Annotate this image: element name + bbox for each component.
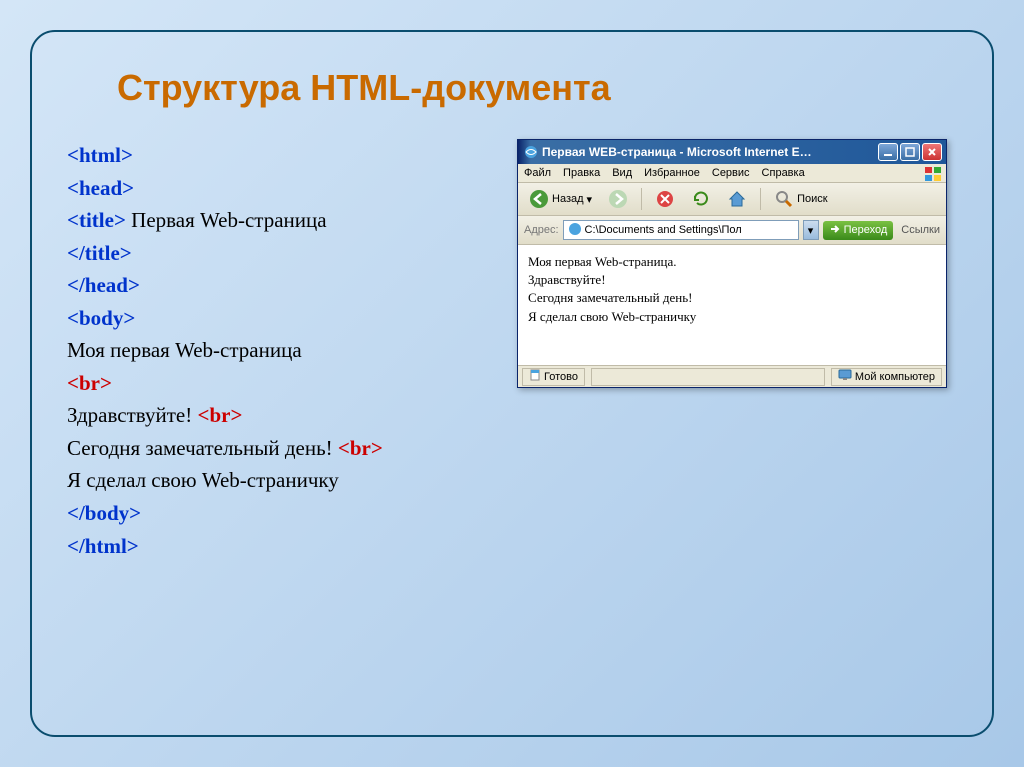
back-icon [529, 189, 549, 209]
stop-icon [655, 189, 675, 209]
close-button[interactable] [922, 143, 942, 161]
ie-addressbar: Адрес: C:\Documents and Settings\Пол ▾ П… [518, 216, 946, 245]
status-ready-text: Готово [544, 371, 578, 383]
menu-tools[interactable]: Сервис [712, 167, 750, 179]
document-icon [529, 369, 541, 384]
tag-html-close: </html> [67, 534, 139, 558]
menu-help[interactable]: Справка [762, 167, 805, 179]
arrow-right-icon [829, 223, 841, 238]
status-zone: Мой компьютер [831, 368, 942, 386]
toolbar-separator [641, 188, 642, 210]
tag-body-close: </body> [67, 501, 141, 525]
minimize-button[interactable] [878, 143, 898, 161]
address-label: Адрес: [524, 224, 559, 236]
ie-menubar: Файл Правка Вид Избранное Сервис Справка [518, 164, 946, 183]
tag-br1: <br> [67, 371, 112, 395]
search-label: Поиск [797, 193, 827, 205]
status-spacer [591, 368, 825, 386]
body-line4: Я сделал свою Web-страничку [67, 468, 339, 492]
home-button[interactable] [722, 187, 752, 211]
tag-title-open: <title> [67, 208, 126, 232]
computer-icon [838, 369, 852, 384]
page-line4: Я сделал свою Web-страничку [528, 308, 936, 326]
back-label: Назад [552, 193, 584, 205]
maximize-button[interactable] [900, 143, 920, 161]
address-input[interactable]: C:\Documents and Settings\Пол [563, 220, 799, 240]
menu-file[interactable]: Файл [524, 167, 551, 179]
ie-page-content: Моя первая Web-страница. Здравствуйте! С… [518, 245, 946, 365]
ie-window: Первая WEB-страница - Microsoft Internet… [517, 139, 947, 388]
window-buttons [878, 143, 942, 161]
tag-title-close: </title> [67, 241, 132, 265]
go-button[interactable]: Переход [823, 221, 894, 240]
back-button[interactable]: Назад ▾ [524, 187, 597, 211]
menu-edit[interactable]: Правка [563, 167, 600, 179]
slide-title: Структура HTML-документа [117, 67, 957, 109]
refresh-button[interactable] [686, 187, 716, 211]
address-dropdown[interactable]: ▾ [803, 220, 819, 240]
body-line1: Моя первая Web-страница [67, 338, 302, 362]
tag-html-open: <html> [67, 143, 133, 167]
body-line2: Здравствуйте! [67, 403, 197, 427]
stop-button[interactable] [650, 187, 680, 211]
home-icon [727, 189, 747, 209]
page-line2: Здравствуйте! [528, 271, 936, 289]
links-label[interactable]: Ссылки [901, 224, 940, 236]
page-icon [568, 222, 582, 239]
tag-body-open: <body> [67, 306, 135, 330]
tag-br2: <br> [197, 403, 242, 427]
go-label: Переход [844, 224, 888, 236]
page-line1: Моя первая Web-страница. [528, 253, 936, 271]
slide-frame: Структура HTML-документа <html> <head> <… [30, 30, 994, 737]
status-zone-text: Мой компьютер [855, 371, 935, 383]
menu-favorites[interactable]: Избранное [644, 167, 700, 179]
search-icon [774, 189, 794, 209]
ie-statusbar: Готово Мой компьютер [518, 365, 946, 387]
ie-toolbar: Назад ▾ [518, 183, 946, 216]
tag-head-close: </head> [67, 273, 140, 297]
ie-logo-icon [524, 145, 538, 159]
address-value: C:\Documents and Settings\Пол [585, 224, 742, 236]
toolbar-separator [760, 188, 761, 210]
status-ready: Готово [522, 368, 585, 386]
body-line3: Сегодня замечательный день! [67, 436, 338, 460]
refresh-icon [691, 189, 711, 209]
page-line3: Сегодня замечательный день! [528, 289, 936, 307]
forward-icon [608, 189, 628, 209]
tag-br3: <br> [338, 436, 383, 460]
search-button[interactable]: Поиск [769, 187, 832, 211]
ie-titlebar[interactable]: Первая WEB-страница - Microsoft Internet… [518, 140, 946, 164]
title-content: Первая Web-страница [126, 208, 327, 232]
html-code-block: <html> <head> <title> Первая Web-страниц… [67, 139, 497, 562]
windows-logo-icon [924, 166, 942, 182]
chevron-down-icon: ▾ [587, 193, 593, 206]
chevron-down-icon: ▾ [808, 224, 814, 237]
tag-head-open: <head> [67, 176, 134, 200]
window-title: Первая WEB-страница - Microsoft Internet… [542, 145, 874, 159]
menu-view[interactable]: Вид [612, 167, 632, 179]
forward-button[interactable] [603, 187, 633, 211]
content-row: <html> <head> <title> Первая Web-страниц… [67, 139, 957, 562]
